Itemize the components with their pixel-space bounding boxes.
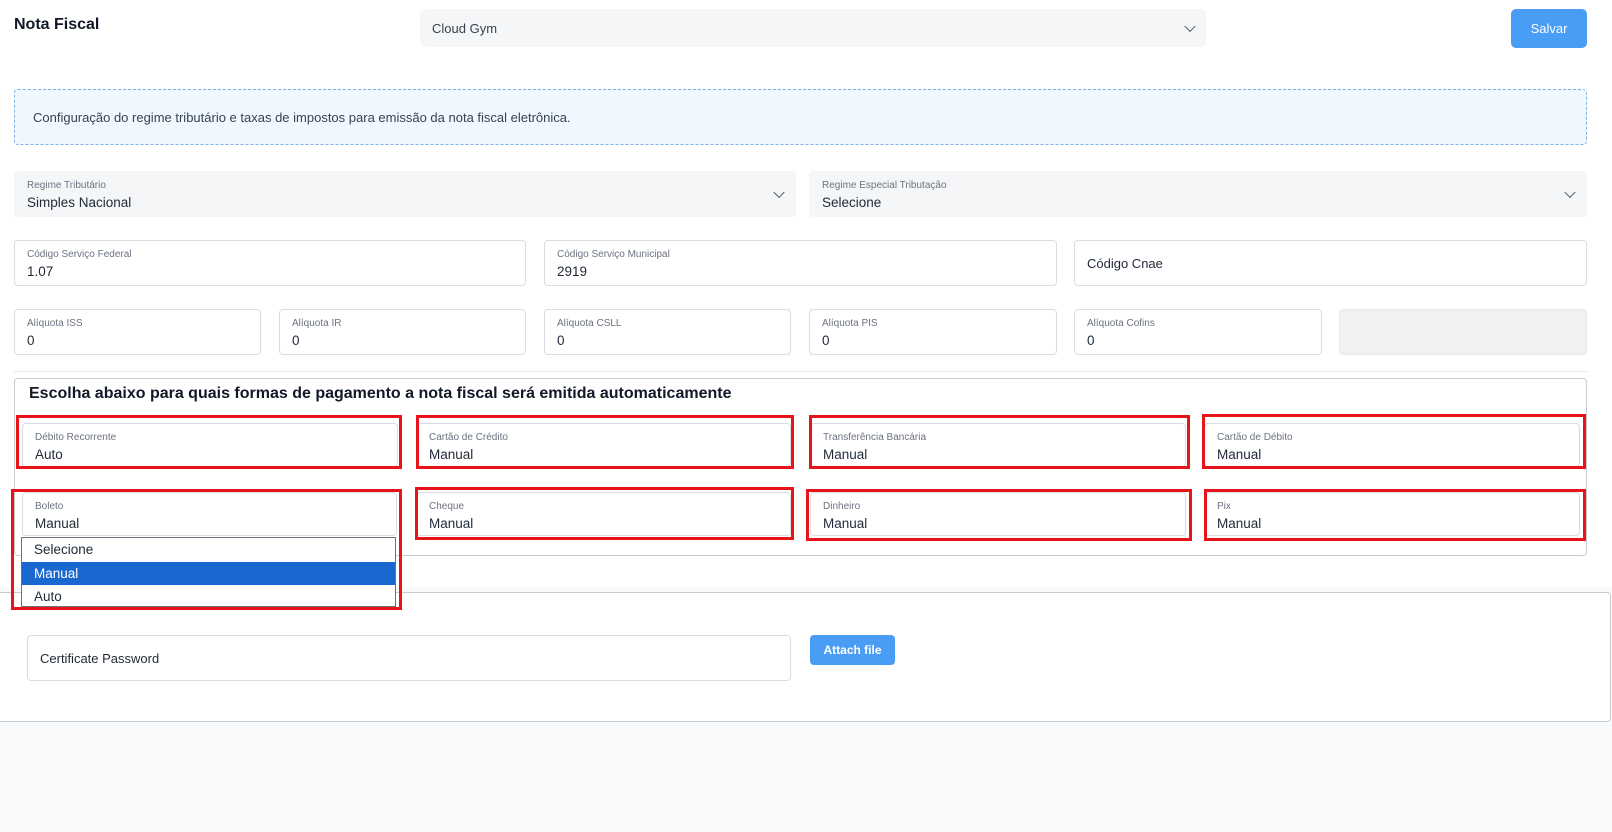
highlight-outline <box>16 415 402 469</box>
field-value: 0 <box>292 333 300 348</box>
save-button[interactable]: Salvar <box>1511 9 1587 48</box>
codigo-cnae-input[interactable]: Código Cnae <box>1074 240 1587 286</box>
company-select-value: Cloud Gym <box>432 20 498 36</box>
field-value: Simples Nacional <box>27 195 132 210</box>
highlight-outline <box>1202 414 1586 469</box>
company-select[interactable]: Cloud Gym <box>420 9 1206 47</box>
aliquota-csll-input[interactable]: Alíquota CSLL 0 <box>544 309 791 355</box>
chevron-down-icon <box>1564 186 1576 199</box>
info-banner: Configuração do regime tributário e taxa… <box>14 89 1587 145</box>
certificate-password-input[interactable]: Certificate Password <box>27 635 791 681</box>
field-label: Código Serviço Municipal <box>557 249 670 260</box>
field-value: 1.07 <box>27 264 54 279</box>
aliquota-ir-input[interactable]: Alíquota IR 0 <box>279 309 526 355</box>
field-label: Alíquota ISS <box>27 318 83 329</box>
attach-file-button[interactable]: Attach file <box>810 635 895 665</box>
aliquota-cofins-input[interactable]: Alíquota Cofins 0 <box>1074 309 1322 355</box>
highlight-outline <box>415 487 794 540</box>
field-label: Alíquota PIS <box>822 318 878 329</box>
regime-tributario-select[interactable]: Regime Tributário Simples Nacional <box>14 171 796 217</box>
field-placeholder: Código Cnae <box>1087 255 1163 271</box>
page-title: Nota Fiscal <box>14 16 100 33</box>
field-value: Selecione <box>822 195 882 210</box>
regime-especial-select[interactable]: Regime Especial Tributação Selecione <box>809 171 1587 217</box>
codigo-servico-municipal-input[interactable]: Código Serviço Municipal 2919 <box>544 240 1057 286</box>
field-label: Alíquota IR <box>292 318 342 329</box>
highlight-outline <box>1204 489 1586 541</box>
aliquota-pis-input[interactable]: Alíquota PIS 0 <box>809 309 1057 355</box>
highlight-outline <box>806 489 1192 541</box>
highlight-outline <box>809 415 1190 469</box>
field-value: 0 <box>1087 333 1095 348</box>
codigo-servico-federal-input[interactable]: Código Serviço Federal 1.07 <box>14 240 526 286</box>
field-placeholder: Certificate Password <box>40 650 160 666</box>
field-label: Regime Tributário <box>27 180 106 191</box>
section-divider <box>14 371 1587 372</box>
chevron-down-icon <box>1184 20 1196 33</box>
field-label: Alíquota CSLL <box>557 318 622 329</box>
disabled-field <box>1339 309 1587 355</box>
chevron-down-icon <box>773 186 785 199</box>
field-label: Alíquota Cofins <box>1087 318 1155 329</box>
field-label: Regime Especial Tributação <box>822 180 947 191</box>
highlight-outline <box>11 489 402 610</box>
field-label: Código Serviço Federal <box>27 249 132 260</box>
field-value: 0 <box>822 333 830 348</box>
field-value: 2919 <box>557 264 588 279</box>
aliquota-iss-input[interactable]: Alíquota ISS 0 <box>14 309 261 355</box>
field-value: 0 <box>27 333 35 348</box>
highlight-outline <box>416 415 794 469</box>
payment-methods-title: Escolha abaixo para quais formas de paga… <box>29 385 732 402</box>
field-value: 0 <box>557 333 565 348</box>
